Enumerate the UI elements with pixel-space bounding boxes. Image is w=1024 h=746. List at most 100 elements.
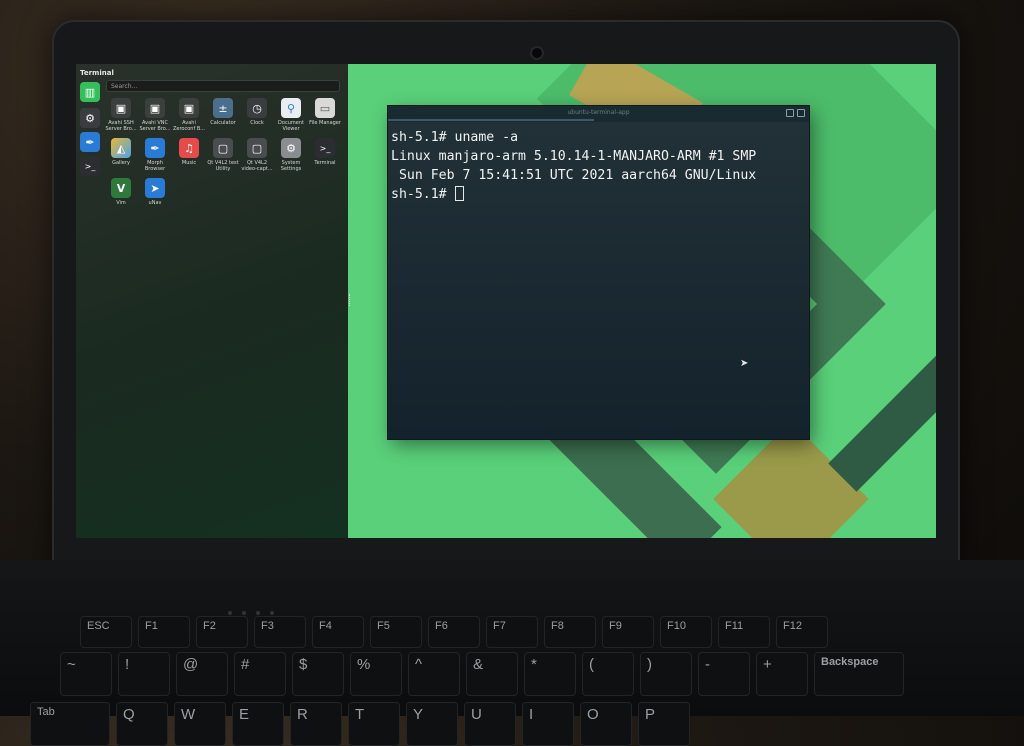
mouse-pointer-icon: ➤	[740, 358, 749, 369]
key-4[interactable]: $	[292, 652, 344, 696]
number-key-row: ~ ! @ # $ % ^ & * ( ) - + Backspace	[60, 652, 904, 696]
app-avahi-ssh[interactable]: ▣ Avahi SSH Server Bro...	[104, 98, 138, 132]
manjaro-logo-icon[interactable]: ▥	[80, 82, 100, 102]
gear-icon[interactable]: ⚙	[80, 108, 100, 128]
app-label: Music	[181, 160, 197, 166]
app-morph-browser[interactable]: ✒ Morph Browser	[138, 138, 172, 172]
key-i[interactable]: I	[522, 702, 574, 746]
app-label: Avahi Zeroconf B...	[172, 120, 206, 132]
app-label: Clock	[250, 120, 264, 126]
key-f6[interactable]: F6	[428, 616, 480, 648]
key-f10[interactable]: F10	[660, 616, 712, 648]
key-1[interactable]: !	[118, 652, 170, 696]
key-f1[interactable]: F1	[138, 616, 190, 648]
key-r[interactable]: R	[290, 702, 342, 746]
key-2[interactable]: @	[176, 652, 228, 696]
app-avahi-vnc[interactable]: ▣ Avahi VNC Server Bro...	[138, 98, 172, 132]
key-esc[interactable]: ESC	[80, 616, 132, 648]
app-vim[interactable]: V Vim	[104, 178, 138, 206]
terminal-output[interactable]: sh-5.1# uname -a Linux manjaro-arm 5.10.1…	[388, 122, 809, 210]
app-clock[interactable]: ◷ Clock	[240, 98, 274, 126]
app-label: Avahi VNC Server Bro...	[139, 120, 171, 132]
key-f4[interactable]: F4	[312, 616, 364, 648]
drawer-title: Terminal	[80, 69, 114, 77]
gallery-icon: ◭	[111, 138, 131, 158]
key-minus[interactable]: -	[698, 652, 750, 696]
app-qt-v4l2-video[interactable]: ▢ Qt V4L2 video-capt...	[240, 138, 274, 172]
key-t[interactable]: T	[348, 702, 400, 746]
app-label: Morph Browser	[144, 160, 166, 172]
key-8[interactable]: *	[524, 652, 576, 696]
vim-icon: V	[111, 178, 131, 198]
terminal-prompt-line[interactable]: sh-5.1#	[391, 185, 806, 204]
avahi-icon: ▣	[145, 98, 165, 118]
key-f3[interactable]: F3	[254, 616, 306, 648]
key-p[interactable]: P	[638, 702, 690, 746]
qt-icon: ▢	[213, 138, 233, 158]
app-music[interactable]: ♫ Music	[172, 138, 206, 166]
key-9[interactable]: (	[582, 652, 634, 696]
key-0[interactable]: )	[640, 652, 692, 696]
close-icon[interactable]	[797, 109, 805, 117]
terminal-titlebar[interactable]: ubuntu-terminal-app	[388, 106, 809, 122]
key-o[interactable]: O	[580, 702, 632, 746]
terminal-icon[interactable]: >_	[80, 156, 100, 176]
key-5[interactable]: %	[350, 652, 402, 696]
terminal-tab[interactable]	[388, 119, 594, 121]
app-unav[interactable]: ➤ uNav	[138, 178, 172, 206]
app-qt-v4l2-test[interactable]: ▢ Qt V4L2 test Utility	[206, 138, 240, 172]
key-plus[interactable]: +	[756, 652, 808, 696]
key-backspace[interactable]: Backspace	[814, 652, 904, 696]
app-terminal[interactable]: >_ Terminal	[308, 138, 342, 166]
key-e[interactable]: E	[232, 702, 284, 746]
feather-icon[interactable]: ✒	[80, 132, 100, 152]
key-w[interactable]: W	[174, 702, 226, 746]
document-viewer-icon: ⚲	[281, 98, 301, 118]
key-3[interactable]: #	[234, 652, 286, 696]
key-f7[interactable]: F7	[486, 616, 538, 648]
key-u[interactable]: U	[464, 702, 516, 746]
search-input[interactable]: Search...	[106, 80, 340, 92]
key-f12[interactable]: F12	[776, 616, 828, 648]
qwerty-key-row: Tab Q W E R T Y U I O P	[30, 702, 690, 746]
app-system-settings[interactable]: ⚙ System Settings	[274, 138, 308, 172]
key-f8[interactable]: F8	[544, 616, 596, 648]
key-f11[interactable]: F11	[718, 616, 770, 648]
restore-icon[interactable]	[786, 109, 794, 117]
key-f5[interactable]: F5	[370, 616, 422, 648]
terminal-window[interactable]: ubuntu-terminal-app sh-5.1# uname -a Linu…	[388, 106, 809, 439]
app-label: Calculator	[210, 120, 236, 126]
key-y[interactable]: Y	[406, 702, 458, 746]
app-gallery[interactable]: ◭ Gallery	[104, 138, 138, 166]
key-f2[interactable]: F2	[196, 616, 248, 648]
app-label: System Settings	[280, 160, 302, 172]
qt-icon: ▢	[247, 138, 267, 158]
wallpaper-shape	[828, 336, 936, 492]
app-calculator[interactable]: ± Calculator	[206, 98, 240, 126]
app-document-viewer[interactable]: ⚲ Document Viewer	[274, 98, 308, 132]
app-avahi-zeroconf[interactable]: ▣ Avahi Zeroconf B...	[172, 98, 206, 132]
app-label: Avahi SSH Server Bro...	[105, 120, 137, 132]
key-tilde[interactable]: ~	[60, 652, 112, 696]
key-f9[interactable]: F9	[602, 616, 654, 648]
webcam-icon	[532, 48, 542, 58]
app-label: File Manager	[309, 120, 341, 126]
clock-icon: ◷	[247, 98, 267, 118]
app-label: Qt V4L2 video-capt...	[241, 160, 273, 172]
music-icon: ♫	[179, 138, 199, 158]
folder-icon: ▭	[315, 98, 335, 118]
screen: Terminal ▥ ⚙ ✒ >_ Search... ▣ Avahi SSH …	[76, 64, 936, 538]
app-label: uNav	[148, 200, 162, 206]
terminal-line: Linux manjaro-arm 5.10.14-1-MANJARO-ARM …	[391, 149, 757, 164]
app-drawer: Terminal ▥ ⚙ ✒ >_ Search... ▣ Avahi SSH …	[76, 64, 348, 538]
window-controls	[786, 109, 805, 117]
app-file-manager[interactable]: ▭ File Manager	[308, 98, 342, 126]
key-tab[interactable]: Tab	[30, 702, 110, 746]
key-6[interactable]: ^	[408, 652, 460, 696]
key-7[interactable]: &	[466, 652, 518, 696]
key-q[interactable]: Q	[116, 702, 168, 746]
pane-splitter[interactable]	[349, 294, 352, 306]
terminal-line: sh-5.1# uname -a	[391, 130, 519, 145]
app-label: Vim	[116, 200, 126, 206]
app-label: Gallery	[112, 160, 130, 166]
